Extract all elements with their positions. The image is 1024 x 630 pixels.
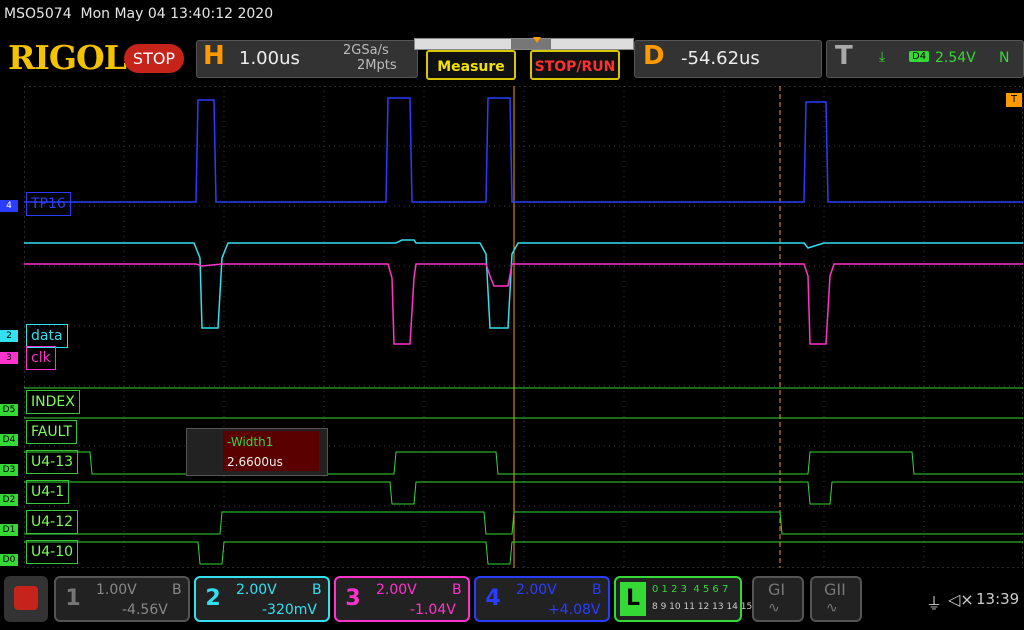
menu-button[interactable] [4,576,48,622]
d4-label[interactable]: FAULT [26,420,78,444]
speaker-muted-icon[interactable]: ◁× [948,590,974,609]
rigol-logo: RIGOL [8,38,127,77]
sine-wave-icon: ∿ [826,600,838,616]
d0-label[interactable]: U4-10 [26,540,79,564]
ch2-marker[interactable]: 2 [0,330,18,342]
measurement-label: -Width1 [227,435,274,449]
delay-value: -54.62us [681,48,760,69]
d1-trace [24,511,1023,535]
ch4-offset: +4.08V [548,602,601,618]
d1-label[interactable]: U4-12 [26,510,79,534]
grid [24,86,1023,568]
run-state-badge[interactable]: STOP [124,44,184,73]
waveform-display[interactable] [24,86,1023,568]
trigger-source: D4 [909,51,930,62]
generator2-label: GII [824,580,846,599]
measurement-value: 2.6600us [227,455,283,469]
model-timestamp: MSO5074 Mon May 04 13:40:12 2020 [4,6,274,22]
sample-rate: 2GSa/s [343,43,389,58]
ch4-scale: 2.00V [516,582,557,598]
memory-position-bar[interactable] [414,37,634,50]
ch1-panel[interactable]: 1 1.00V B -4.56V [54,576,190,622]
generator2-button[interactable]: GII ∿ [810,576,862,622]
ch2-trace [24,239,1023,329]
memory-depth: 2Mpts [357,58,397,73]
trigger-level: 2.54V [935,50,976,66]
ch2-offset: -320mV [262,602,317,618]
horizontal-scale: 1.00us [239,48,300,69]
logic-letter: L [620,582,646,616]
logic-panel[interactable]: L 0 1 2 3 4 5 6 7 8 9 10 11 12 13 14 15 [614,576,752,622]
logic-row2: 8 9 10 11 12 13 14 15 [652,602,753,612]
ch2-panel[interactable]: 2 2.00V B -320mV [194,576,330,622]
ch2-number: 2 [205,586,221,611]
sine-wave-icon: ∿ [768,600,780,616]
d1-marker[interactable]: D1 [0,524,18,536]
generator1-label: GI [768,580,786,599]
ch3-offset: -1.04V [410,602,456,618]
trigger-level-marker[interactable]: T [1006,93,1022,107]
ch4-coupling: B [592,582,602,598]
logic-row1: 0 1 2 3 4 5 6 7 [652,584,729,595]
measure-button[interactable]: Measure [426,50,516,80]
d2-trace [24,481,1023,505]
d0-trace [24,541,1023,565]
ch3-scale: 2.00V [376,582,417,598]
delay-letter: D [643,41,665,71]
trigger-edge-icon: ⤓ [879,49,886,65]
trigger-letter: T [835,41,853,71]
ch4-marker[interactable]: 4 [0,200,18,212]
horizontal-letter: H [203,41,225,71]
d0-marker[interactable]: D0 [0,554,18,566]
ch3-panel[interactable]: 3 2.00V B -1.04V [334,576,470,622]
d3-label[interactable]: U4-13 [26,450,79,474]
d3-marker[interactable]: D3 [0,464,18,476]
ch1-coupling: B [172,582,182,598]
ch1-number: 1 [65,586,81,611]
usb-icon: ⏚ [926,594,943,613]
ch4-number: 4 [485,586,501,611]
d3-trace [24,451,1023,475]
trigger-position-marker [533,37,541,43]
trigger-panel[interactable]: T ⤓ D4 2.54V N [826,40,1024,78]
ch1-scale: 1.00V [96,582,137,598]
memory-window [511,39,551,49]
generator1-button[interactable]: GI ∿ [752,576,804,622]
ch3-label[interactable]: clk [26,346,56,370]
d2-marker[interactable]: D2 [0,494,18,506]
d5-marker[interactable]: D5 [0,404,18,416]
ch2-label[interactable]: data [26,324,68,348]
clock: 13:39 [976,590,1020,608]
ch2-coupling: B [312,582,322,598]
ch2-scale: 2.00V [236,582,277,598]
ch4-label[interactable]: TP16 [26,192,71,216]
ch4-panel[interactable]: 4 2.00V B +4.08V [474,576,610,622]
ch3-marker[interactable]: 3 [0,352,18,364]
d2-label[interactable]: U4-1 [26,480,70,504]
ch1-offset: -4.56V [122,602,168,618]
d5-label[interactable]: INDEX [26,390,80,414]
grid-menu-icon [14,586,38,610]
stop-run-button[interactable]: STOP/RUN [530,50,620,80]
ch3-coupling: B [452,582,462,598]
ch3-number: 3 [345,586,361,611]
measurement-popup[interactable]: -Width1 2.6600us [186,428,328,476]
trigger-mode: N [999,50,1010,66]
horizontal-panel[interactable]: H 1.00us 2GSa/s 2Mpts [196,40,418,78]
d4-marker[interactable]: D4 [0,434,18,446]
delay-panel[interactable]: D -54.62us [634,40,822,78]
